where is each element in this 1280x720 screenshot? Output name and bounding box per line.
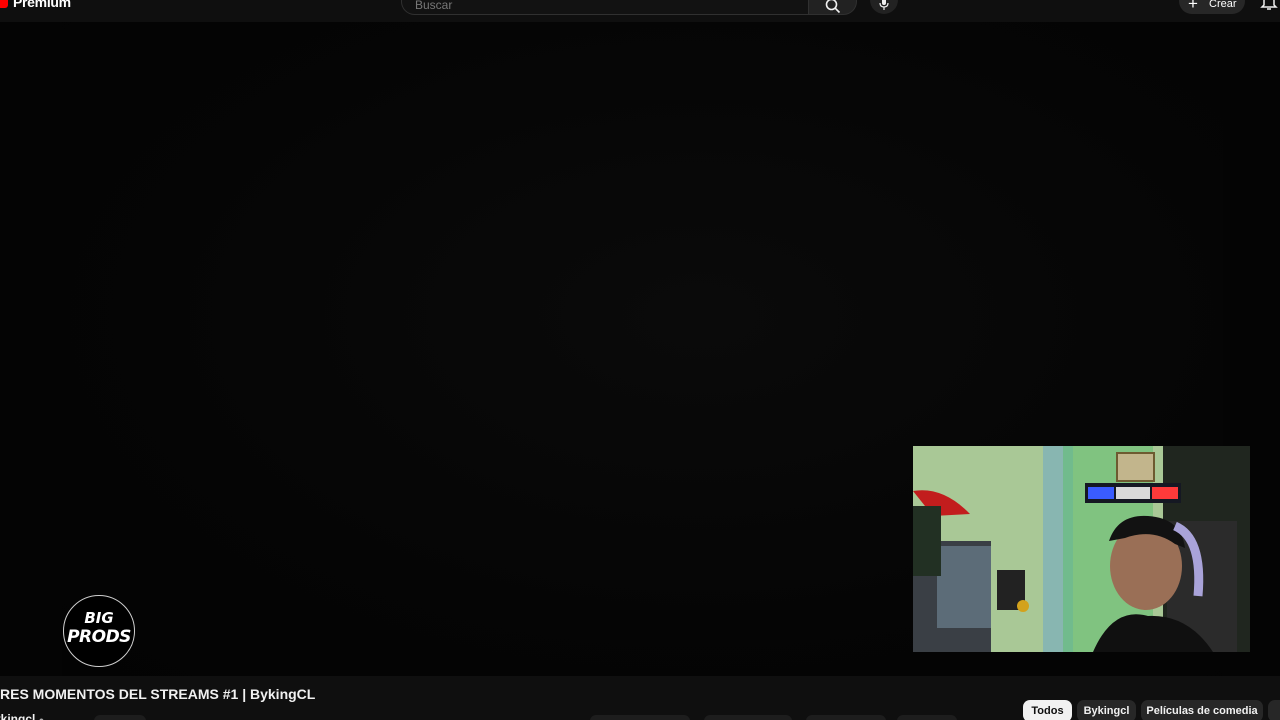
notifications-button[interactable]	[1259, 0, 1279, 12]
voice-search-button[interactable]	[870, 0, 898, 14]
logo-text: Premium	[13, 0, 71, 10]
chip-bykingcl[interactable]: Bykingcl	[1077, 700, 1136, 720]
share-button[interactable]	[704, 715, 792, 720]
watermark-line2: PRODS	[67, 627, 131, 647]
video-info: RES MOMENTOS DEL STREAMS #1 | BykingCL y…	[0, 676, 1280, 720]
chip-peliculas-de-comedia[interactable]: Películas de comedia	[1141, 700, 1263, 720]
chip-todos[interactable]: Todos	[1023, 700, 1072, 720]
channel-name-text: ykingcl	[0, 712, 36, 720]
facecam-image	[913, 446, 1250, 652]
youtube-premium-logo[interactable]: Premium	[0, 0, 71, 10]
search-placeholder: Buscar	[415, 0, 453, 12]
streamer-facecam	[913, 446, 1250, 652]
subscribe-button[interactable]	[94, 715, 146, 720]
search-button[interactable]	[809, 0, 857, 15]
video-player[interactable]: BIG PRODS	[0, 22, 1280, 676]
plus-icon: +	[1188, 0, 1198, 13]
top-bar: Premium Buscar + Crear	[0, 0, 1280, 22]
channel-watermark[interactable]: BIG PRODS	[63, 595, 135, 667]
youtube-logo-icon	[0, 0, 8, 8]
watermark-line1: BIG	[84, 609, 114, 627]
create-button[interactable]: + Crear	[1179, 0, 1245, 14]
chip-next[interactable]	[1268, 700, 1280, 720]
bell-icon	[1260, 0, 1278, 10]
create-label: Crear	[1209, 0, 1237, 10]
channel-name[interactable]: ykingcl ●	[0, 712, 44, 720]
search-icon	[825, 0, 841, 14]
like-button[interactable]	[590, 715, 690, 720]
search-input[interactable]: Buscar	[401, 0, 809, 15]
verified-icon: ●	[38, 715, 45, 720]
download-button[interactable]	[806, 715, 886, 720]
more-actions-button[interactable]	[897, 715, 957, 720]
mic-icon	[879, 0, 889, 10]
video-title: RES MOMENTOS DEL STREAMS #1 | BykingCL	[0, 686, 316, 702]
youtube-watch-page: Premium Buscar + Crear BIG PRODS RES MOM…	[0, 0, 1280, 720]
